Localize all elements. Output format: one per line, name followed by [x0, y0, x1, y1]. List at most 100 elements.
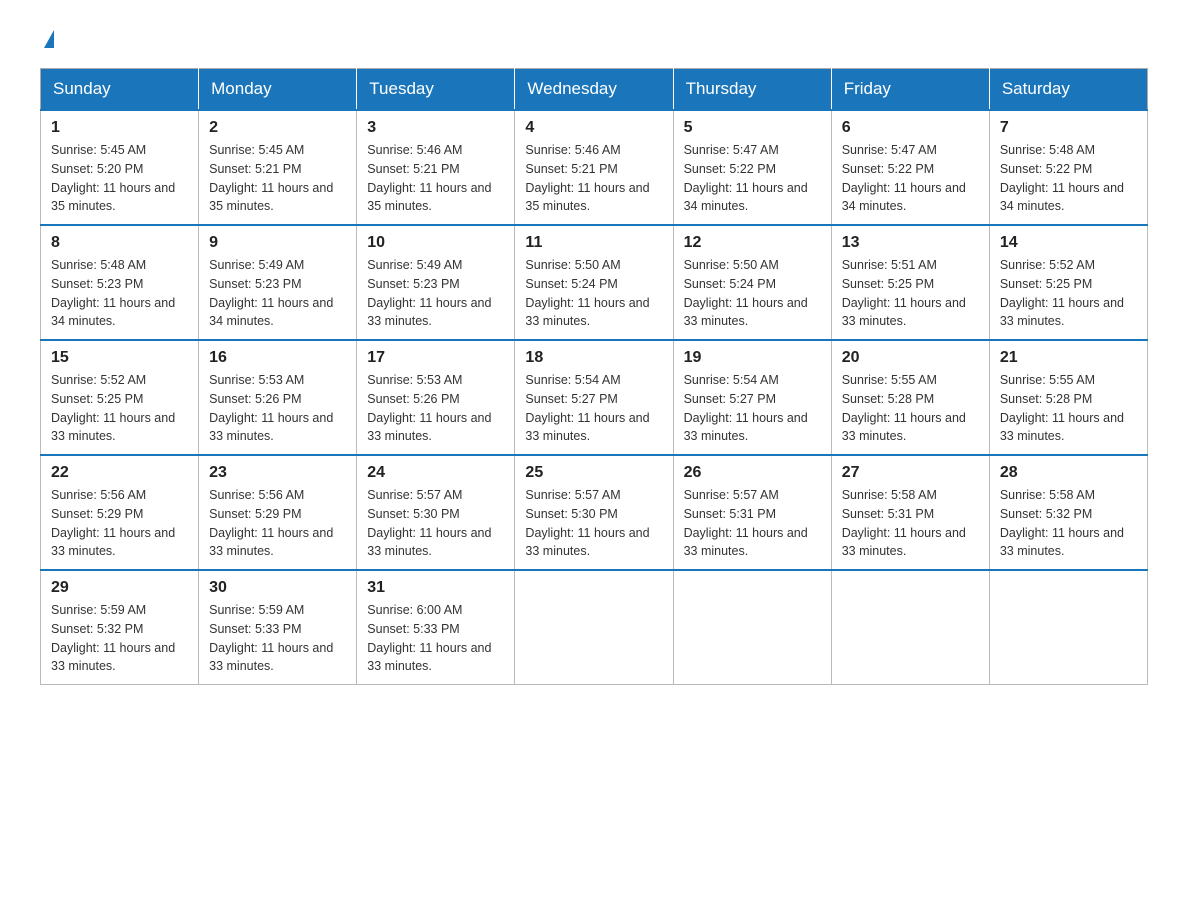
daylight-label: Daylight: 11 hours and 33 minutes. [209, 526, 333, 559]
calendar-cell [989, 570, 1147, 685]
daylight-label: Daylight: 11 hours and 33 minutes. [1000, 296, 1124, 329]
day-number: 4 [525, 119, 662, 137]
day-info: Sunrise: 5:45 AM Sunset: 5:21 PM Dayligh… [209, 141, 346, 216]
sunset-label: Sunset: 5:22 PM [1000, 162, 1092, 176]
daylight-label: Daylight: 11 hours and 33 minutes. [525, 296, 649, 329]
sunset-label: Sunset: 5:21 PM [367, 162, 459, 176]
day-info: Sunrise: 5:54 AM Sunset: 5:27 PM Dayligh… [525, 371, 662, 446]
sunset-label: Sunset: 5:32 PM [51, 622, 143, 636]
sunset-label: Sunset: 5:30 PM [367, 507, 459, 521]
day-number: 26 [684, 464, 821, 482]
day-number: 29 [51, 579, 188, 597]
day-info: Sunrise: 5:52 AM Sunset: 5:25 PM Dayligh… [1000, 256, 1137, 331]
sunrise-label: Sunrise: 5:50 AM [525, 258, 620, 272]
sunset-label: Sunset: 5:20 PM [51, 162, 143, 176]
daylight-label: Daylight: 11 hours and 33 minutes. [842, 296, 966, 329]
calendar-header-row: SundayMondayTuesdayWednesdayThursdayFrid… [41, 69, 1148, 111]
sunrise-label: Sunrise: 5:52 AM [1000, 258, 1095, 272]
calendar-cell: 21 Sunrise: 5:55 AM Sunset: 5:28 PM Dayl… [989, 340, 1147, 455]
calendar-cell: 8 Sunrise: 5:48 AM Sunset: 5:23 PM Dayli… [41, 225, 199, 340]
daylight-label: Daylight: 11 hours and 35 minutes. [209, 181, 333, 214]
calendar-cell: 20 Sunrise: 5:55 AM Sunset: 5:28 PM Dayl… [831, 340, 989, 455]
day-info: Sunrise: 6:00 AM Sunset: 5:33 PM Dayligh… [367, 601, 504, 676]
sunrise-label: Sunrise: 5:46 AM [525, 143, 620, 157]
daylight-label: Daylight: 11 hours and 34 minutes. [209, 296, 333, 329]
daylight-label: Daylight: 11 hours and 33 minutes. [51, 411, 175, 444]
sunrise-label: Sunrise: 5:48 AM [1000, 143, 1095, 157]
day-number: 2 [209, 119, 346, 137]
day-of-week-header: Friday [831, 69, 989, 111]
day-info: Sunrise: 5:51 AM Sunset: 5:25 PM Dayligh… [842, 256, 979, 331]
day-number: 3 [367, 119, 504, 137]
sunset-label: Sunset: 5:29 PM [209, 507, 301, 521]
day-number: 31 [367, 579, 504, 597]
daylight-label: Daylight: 11 hours and 34 minutes. [1000, 181, 1124, 214]
calendar-cell [515, 570, 673, 685]
day-number: 7 [1000, 119, 1137, 137]
sunrise-label: Sunrise: 5:45 AM [51, 143, 146, 157]
calendar-cell [673, 570, 831, 685]
daylight-label: Daylight: 11 hours and 33 minutes. [367, 296, 491, 329]
sunrise-label: Sunrise: 5:47 AM [842, 143, 937, 157]
sunrise-label: Sunrise: 5:58 AM [842, 488, 937, 502]
day-number: 25 [525, 464, 662, 482]
daylight-label: Daylight: 11 hours and 33 minutes. [209, 641, 333, 674]
sunrise-label: Sunrise: 5:45 AM [209, 143, 304, 157]
calendar-cell: 12 Sunrise: 5:50 AM Sunset: 5:24 PM Dayl… [673, 225, 831, 340]
day-info: Sunrise: 5:55 AM Sunset: 5:28 PM Dayligh… [1000, 371, 1137, 446]
daylight-label: Daylight: 11 hours and 33 minutes. [684, 526, 808, 559]
day-number: 23 [209, 464, 346, 482]
day-number: 5 [684, 119, 821, 137]
day-info: Sunrise: 5:52 AM Sunset: 5:25 PM Dayligh… [51, 371, 188, 446]
sunrise-label: Sunrise: 5:53 AM [209, 373, 304, 387]
day-info: Sunrise: 5:47 AM Sunset: 5:22 PM Dayligh… [842, 141, 979, 216]
sunrise-label: Sunrise: 5:54 AM [684, 373, 779, 387]
calendar-cell: 28 Sunrise: 5:58 AM Sunset: 5:32 PM Dayl… [989, 455, 1147, 570]
sunset-label: Sunset: 5:26 PM [367, 392, 459, 406]
sunrise-label: Sunrise: 5:49 AM [209, 258, 304, 272]
sunrise-label: Sunrise: 5:50 AM [684, 258, 779, 272]
day-number: 9 [209, 234, 346, 252]
week-row: 15 Sunrise: 5:52 AM Sunset: 5:25 PM Dayl… [41, 340, 1148, 455]
daylight-label: Daylight: 11 hours and 33 minutes. [51, 641, 175, 674]
daylight-label: Daylight: 11 hours and 35 minutes. [367, 181, 491, 214]
sunrise-label: Sunrise: 5:47 AM [684, 143, 779, 157]
daylight-label: Daylight: 11 hours and 33 minutes. [525, 526, 649, 559]
daylight-label: Daylight: 11 hours and 33 minutes. [367, 411, 491, 444]
day-number: 10 [367, 234, 504, 252]
day-info: Sunrise: 5:50 AM Sunset: 5:24 PM Dayligh… [684, 256, 821, 331]
daylight-label: Daylight: 11 hours and 35 minutes. [525, 181, 649, 214]
sunset-label: Sunset: 5:30 PM [525, 507, 617, 521]
daylight-label: Daylight: 11 hours and 35 minutes. [51, 181, 175, 214]
day-number: 1 [51, 119, 188, 137]
day-number: 20 [842, 349, 979, 367]
daylight-label: Daylight: 11 hours and 33 minutes. [684, 411, 808, 444]
day-info: Sunrise: 5:50 AM Sunset: 5:24 PM Dayligh… [525, 256, 662, 331]
sunrise-label: Sunrise: 5:52 AM [51, 373, 146, 387]
calendar-cell: 16 Sunrise: 5:53 AM Sunset: 5:26 PM Dayl… [199, 340, 357, 455]
calendar-cell: 25 Sunrise: 5:57 AM Sunset: 5:30 PM Dayl… [515, 455, 673, 570]
calendar-cell: 11 Sunrise: 5:50 AM Sunset: 5:24 PM Dayl… [515, 225, 673, 340]
day-info: Sunrise: 5:47 AM Sunset: 5:22 PM Dayligh… [684, 141, 821, 216]
calendar-cell: 18 Sunrise: 5:54 AM Sunset: 5:27 PM Dayl… [515, 340, 673, 455]
day-info: Sunrise: 5:59 AM Sunset: 5:33 PM Dayligh… [209, 601, 346, 676]
sunrise-label: Sunrise: 5:46 AM [367, 143, 462, 157]
sunrise-label: Sunrise: 5:57 AM [367, 488, 462, 502]
sunrise-label: Sunrise: 5:49 AM [367, 258, 462, 272]
calendar-cell: 26 Sunrise: 5:57 AM Sunset: 5:31 PM Dayl… [673, 455, 831, 570]
sunset-label: Sunset: 5:31 PM [842, 507, 934, 521]
calendar-cell: 1 Sunrise: 5:45 AM Sunset: 5:20 PM Dayli… [41, 110, 199, 225]
day-info: Sunrise: 5:57 AM Sunset: 5:31 PM Dayligh… [684, 486, 821, 561]
day-number: 6 [842, 119, 979, 137]
day-number: 12 [684, 234, 821, 252]
day-of-week-header: Tuesday [357, 69, 515, 111]
day-number: 30 [209, 579, 346, 597]
sunset-label: Sunset: 5:21 PM [209, 162, 301, 176]
daylight-label: Daylight: 11 hours and 34 minutes. [51, 296, 175, 329]
calendar-cell: 19 Sunrise: 5:54 AM Sunset: 5:27 PM Dayl… [673, 340, 831, 455]
day-of-week-header: Saturday [989, 69, 1147, 111]
sunset-label: Sunset: 5:27 PM [684, 392, 776, 406]
calendar-cell: 24 Sunrise: 5:57 AM Sunset: 5:30 PM Dayl… [357, 455, 515, 570]
day-number: 18 [525, 349, 662, 367]
day-number: 21 [1000, 349, 1137, 367]
